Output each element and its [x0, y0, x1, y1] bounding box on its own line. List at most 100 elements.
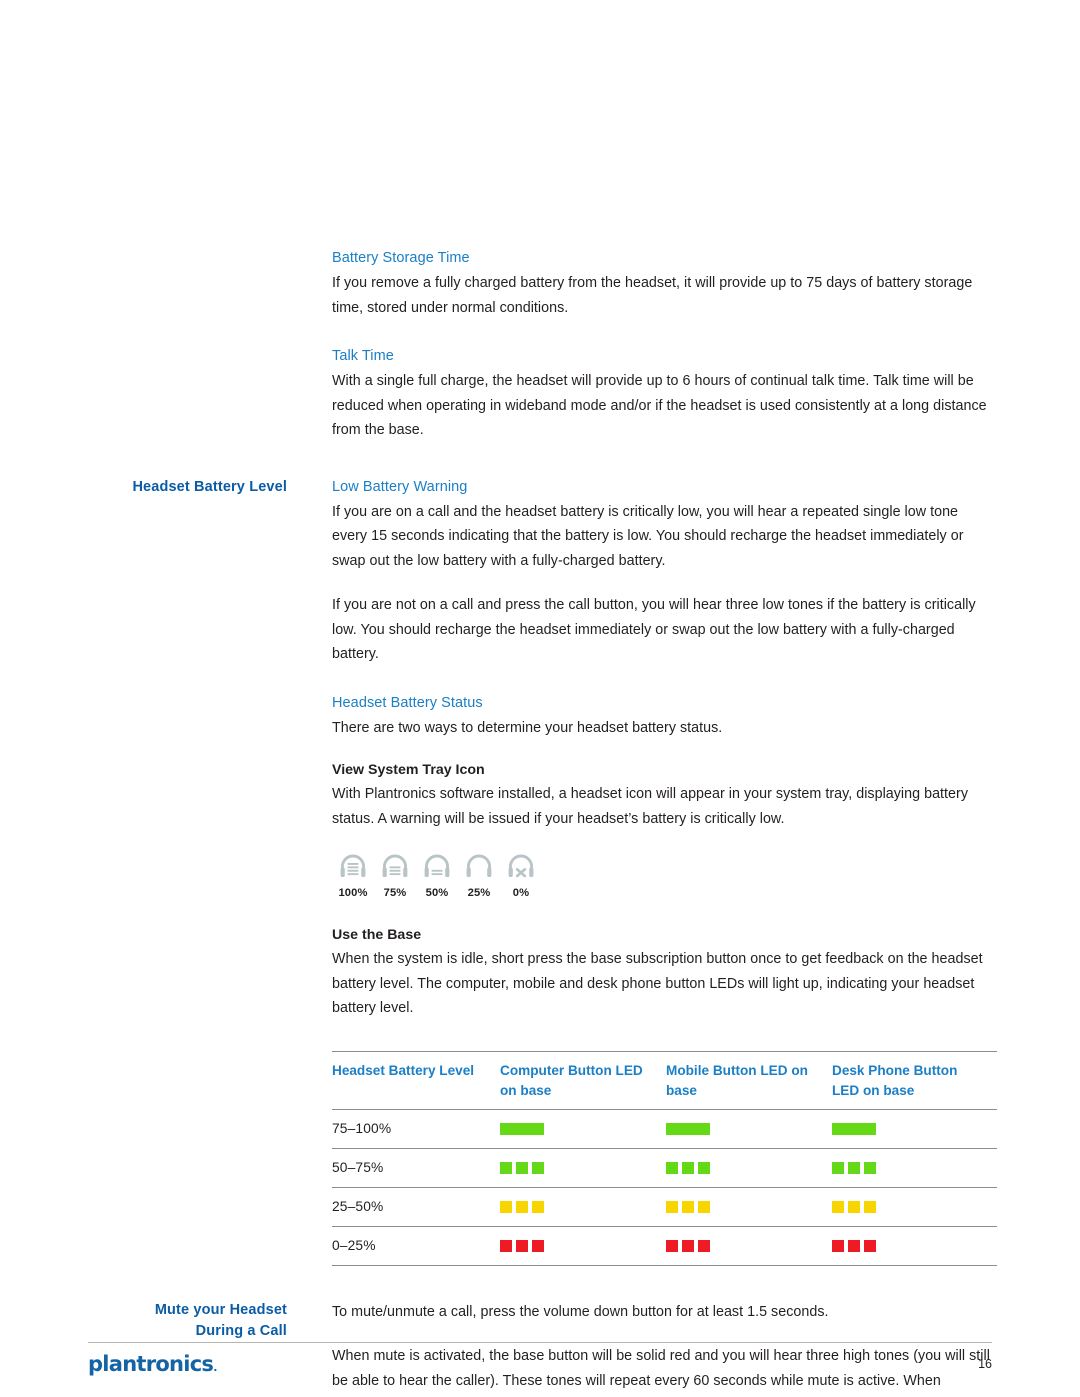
- led-segment: [848, 1200, 860, 1213]
- cell-mobile-led: [666, 1109, 832, 1149]
- led-battery-table: Headset Battery Level Computer Button LE…: [332, 1050, 997, 1266]
- led-segment: [832, 1161, 844, 1174]
- led-bar-solid: [666, 1122, 710, 1135]
- led-segment: [516, 1239, 528, 1252]
- side-label-headset-battery-level: Headset Battery Level: [88, 477, 287, 498]
- cell-computer-led: [500, 1148, 666, 1188]
- led-indicator: [500, 1239, 656, 1252]
- led-segment: [832, 1200, 844, 1213]
- led-segment: [516, 1161, 528, 1174]
- tray-label-75: 75%: [383, 887, 407, 899]
- headset-battery-75-icon: [374, 853, 416, 883]
- led-indicator: [500, 1200, 656, 1213]
- paragraph-low-battery-warning-1: If you are on a call and the headset bat…: [332, 503, 964, 569]
- cell-battery-level: 25–50%: [332, 1187, 500, 1227]
- column-header-mobile-button: Mobile Button LED on base: [666, 1050, 832, 1110]
- led-indicator: [500, 1122, 656, 1135]
- paragraph-mute-1: To mute/unmute a call, press the volume …: [332, 1303, 829, 1320]
- led-segment: [698, 1239, 710, 1252]
- paragraph-battery-storage-time: If you remove a fully charged battery fr…: [332, 275, 973, 316]
- plantronics-logo-mark: .: [213, 1361, 217, 1374]
- led-segment: [832, 1239, 844, 1252]
- led-segment: [864, 1200, 876, 1213]
- tray-label-25: 25%: [467, 887, 491, 899]
- tray-icon-labels: 100% 75% 50% 25% 0%: [332, 887, 992, 899]
- cell-mobile-led: [666, 1187, 832, 1227]
- cell-mobile-led: [666, 1226, 832, 1266]
- side-label-mute-headset: Mute your Headset During a Call: [88, 1300, 287, 1342]
- column-header-computer-button: Computer Button LED on base: [500, 1050, 666, 1110]
- led-segment: [848, 1161, 860, 1174]
- headset-battery-50-icon: [416, 853, 458, 883]
- led-segment: [682, 1239, 694, 1252]
- led-segment: [500, 1239, 512, 1252]
- tray-label-0: 0%: [512, 887, 530, 899]
- led-indicator: [832, 1200, 987, 1213]
- headset-battery-0-icon: [500, 853, 542, 883]
- led-segment: [532, 1161, 544, 1174]
- table-row: 0–25%: [332, 1226, 997, 1266]
- cell-mobile-led: [666, 1148, 832, 1188]
- plantronics-logo-text: plantronics: [88, 1352, 214, 1376]
- led-indicator: [832, 1239, 987, 1252]
- cell-deskphone-led: [832, 1226, 997, 1266]
- paragraph-use-the-base: When the system is idle, short press the…: [332, 951, 983, 1016]
- paragraph-headset-battery-status: There are two ways to determine your hea…: [332, 719, 723, 736]
- led-indicator: [832, 1161, 987, 1174]
- table-row: 50–75%: [332, 1148, 997, 1188]
- led-segment: [682, 1161, 694, 1174]
- table-row: 25–50%: [332, 1187, 997, 1227]
- plantronics-logo: plantronics.: [88, 1352, 217, 1376]
- heading-view-system-tray-icon: View System Tray Icon: [332, 762, 485, 778]
- paragraph-low-battery-warning-2: If you are not on a call and press the c…: [332, 597, 976, 662]
- led-indicator: [666, 1161, 822, 1174]
- led-segment: [666, 1239, 678, 1252]
- system-tray-icon-strip: 100% 75% 50% 25% 0%: [332, 853, 992, 899]
- led-segment: [864, 1161, 876, 1174]
- page-number: 16: [978, 1357, 992, 1371]
- section-battery-storage-talk-time: Battery Storage Time If you remove a ful…: [88, 248, 992, 443]
- tray-icon-row: [332, 853, 992, 883]
- heading-use-the-base: Use the Base: [332, 927, 422, 943]
- headset-battery-25-icon: [458, 853, 500, 883]
- cell-deskphone-led: [832, 1109, 997, 1149]
- side-label-line-2: During a Call: [195, 1322, 287, 1339]
- table-row: 75–100%: [332, 1109, 997, 1149]
- heading-talk-time: Talk Time: [332, 348, 394, 364]
- led-segment: [848, 1239, 860, 1252]
- led-segment: [500, 1161, 512, 1174]
- tray-label-50: 50%: [425, 887, 449, 899]
- side-label-line-1: Mute your Headset: [154, 1301, 287, 1318]
- cell-battery-level: 0–25%: [332, 1226, 500, 1266]
- led-segment: [500, 1200, 512, 1213]
- led-bar-solid: [500, 1122, 544, 1135]
- cell-computer-led: [500, 1226, 666, 1266]
- side-label-text: Headset Battery Level: [132, 478, 287, 495]
- led-segment: [666, 1161, 678, 1174]
- footer-divider: [88, 1342, 992, 1343]
- led-indicator: [666, 1122, 822, 1135]
- heading-headset-battery-status: Headset Battery Status: [332, 694, 483, 711]
- led-segment: [532, 1239, 544, 1252]
- page-content: Battery Storage Time If you remove a ful…: [88, 248, 997, 1397]
- led-segment: [698, 1161, 710, 1174]
- column-header-desk-phone-button: Desk Phone Button LED on base: [832, 1050, 997, 1110]
- cell-computer-led: [500, 1109, 666, 1149]
- led-indicator: [666, 1200, 822, 1213]
- led-indicator: [832, 1122, 987, 1135]
- led-segment: [698, 1200, 710, 1213]
- table-body: 75–100% 50–75% 25–50% 0–25%: [332, 1109, 997, 1266]
- section-headset-battery-level: Headset Battery Level Low Battery Warnin…: [88, 477, 997, 1266]
- led-segment: [682, 1200, 694, 1213]
- cell-computer-led: [500, 1187, 666, 1227]
- cell-battery-level: 50–75%: [332, 1148, 500, 1188]
- table-header-row: Headset Battery Level Computer Button LE…: [332, 1050, 997, 1110]
- led-segment: [516, 1200, 528, 1213]
